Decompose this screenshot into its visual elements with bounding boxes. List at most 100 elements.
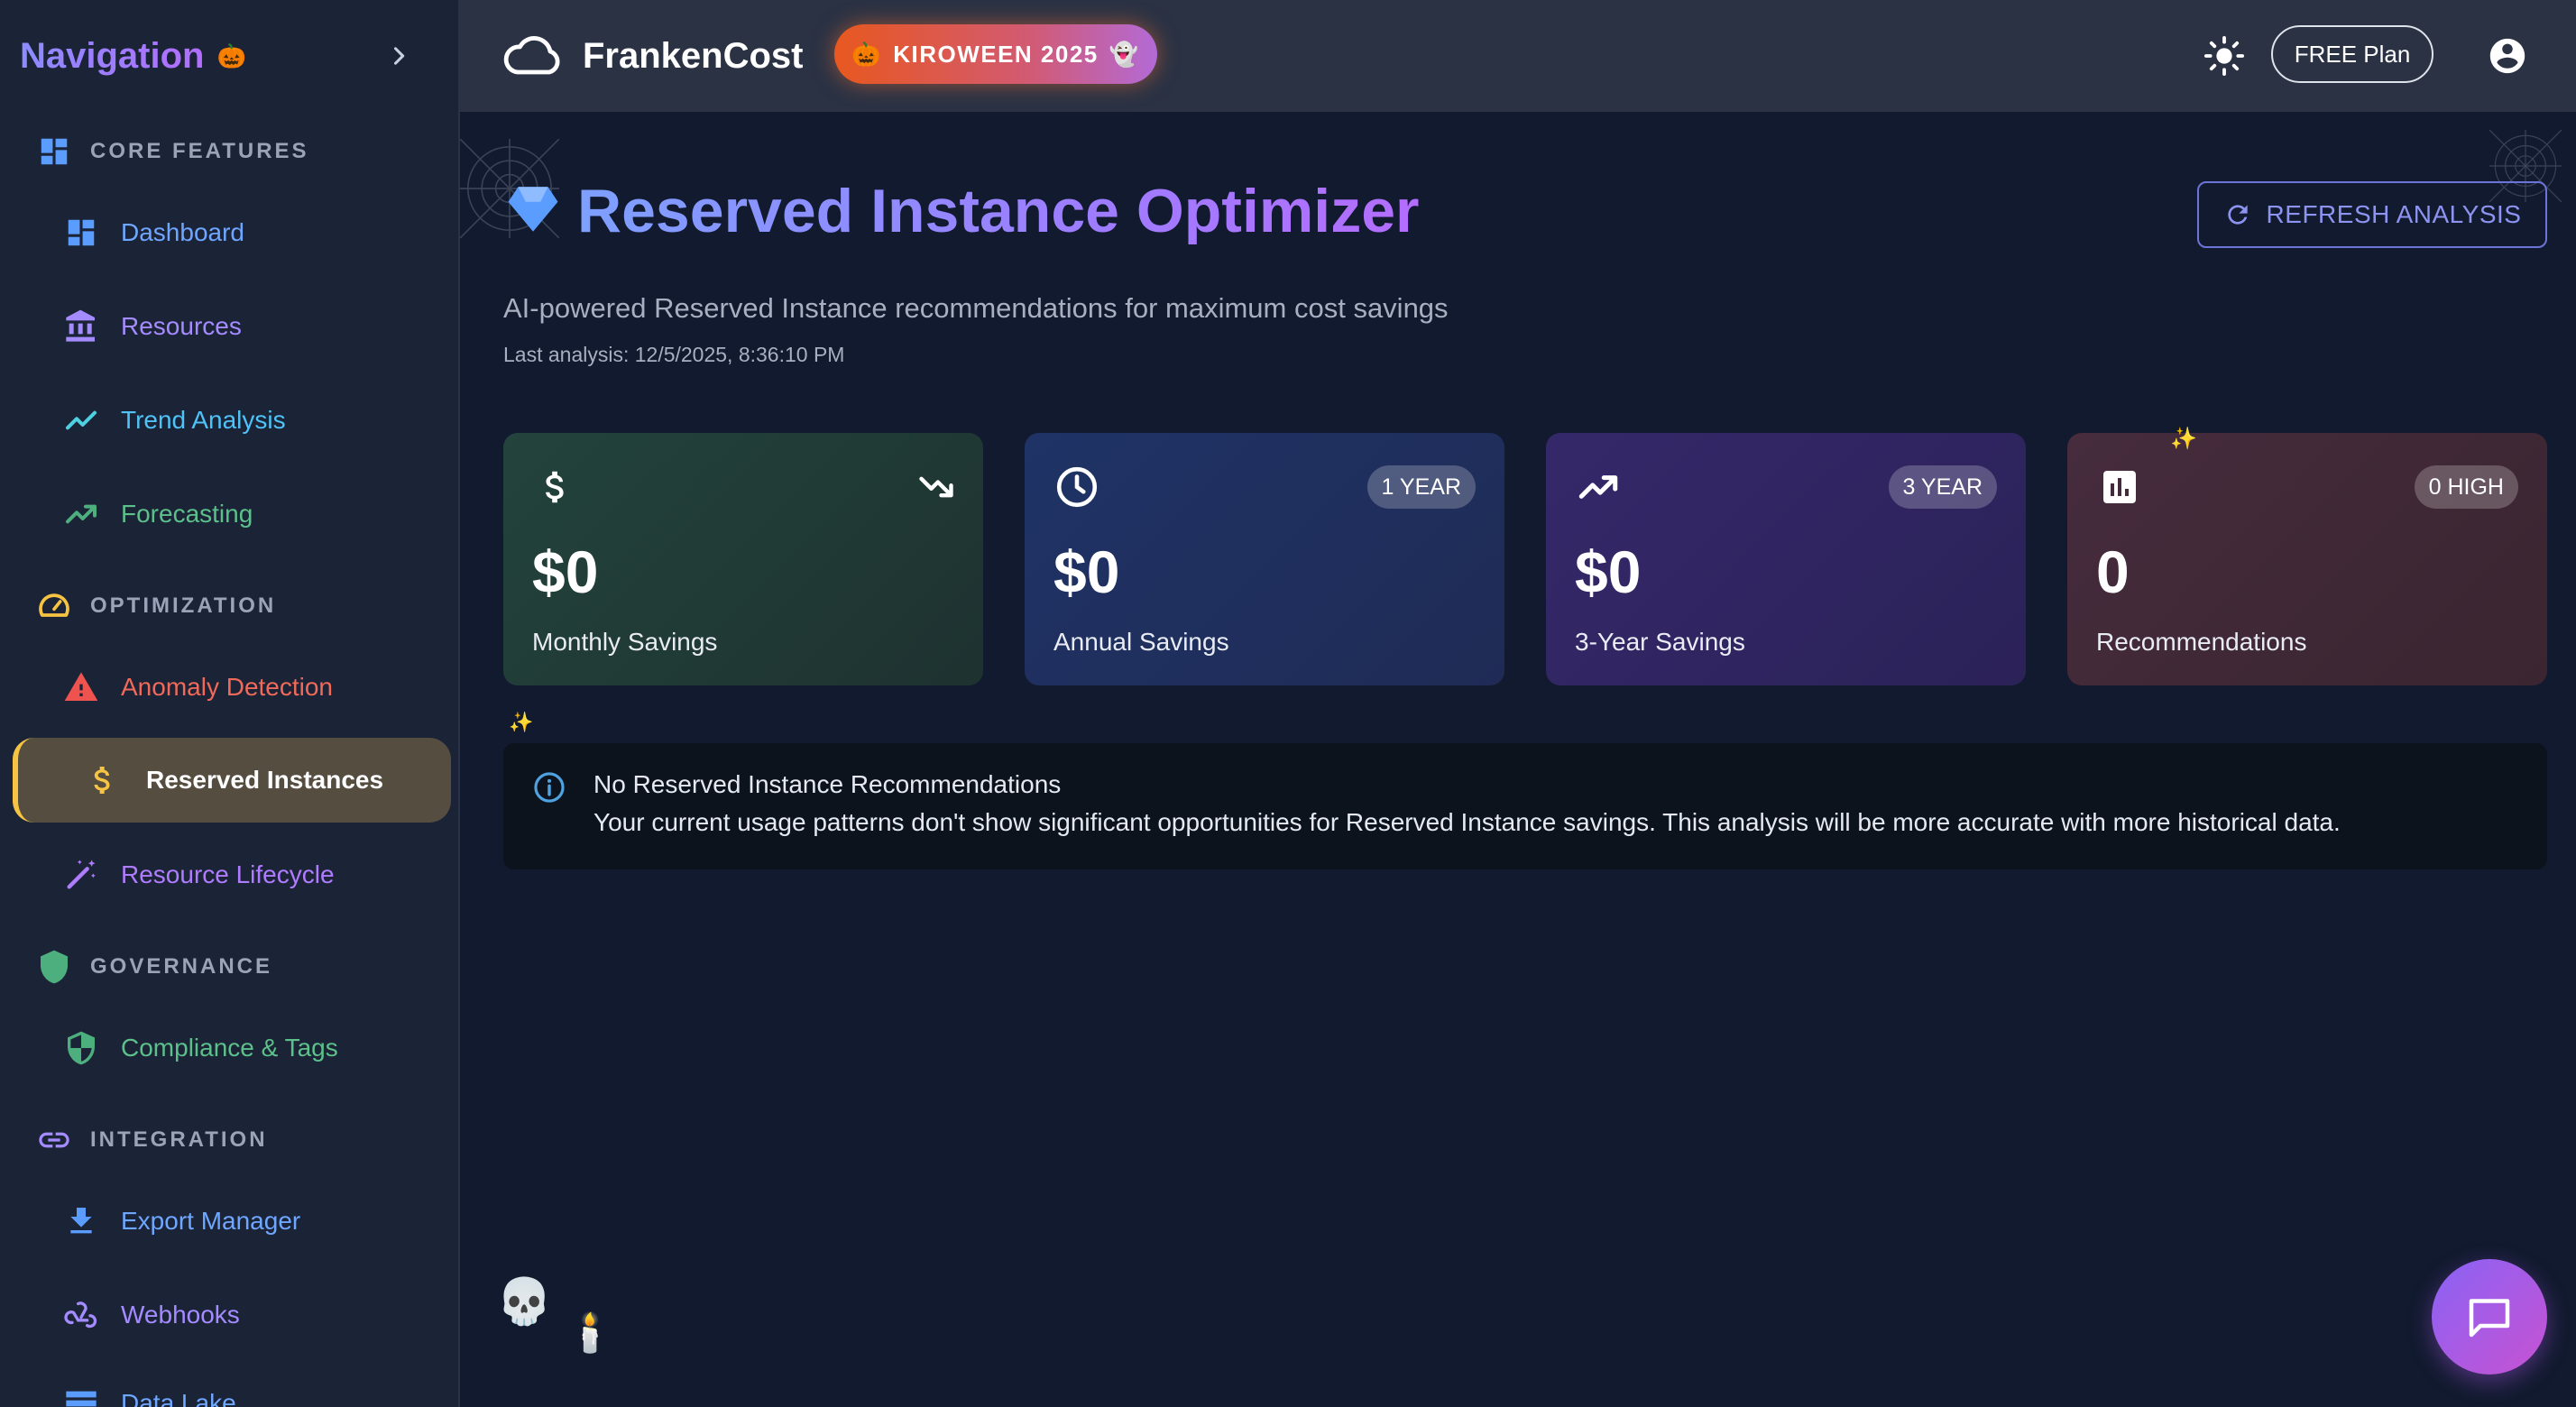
info-alert: No Reserved Instance Recommendations You… (503, 743, 2547, 869)
sidebar-item-label: Anomaly Detection (121, 673, 334, 701)
alert-body: Your current usage patterns don't show s… (593, 808, 2341, 836)
term-badge: 3 YEAR (1888, 465, 1997, 509)
section-core-features: CORE FEATURES (36, 130, 309, 173)
pumpkin-icon: 🎃 (216, 41, 246, 69)
card-value: $0 (1053, 538, 1120, 605)
section-governance: GOVERNANCE (36, 945, 272, 989)
sidebar-item-anomaly-detection[interactable]: Anomaly Detection (63, 662, 333, 713)
trending-up-icon (63, 496, 99, 532)
sidebar-item-label: Compliance & Tags (121, 1034, 338, 1062)
sidebar-item-dashboard[interactable]: Dashboard (63, 207, 244, 258)
sidebar-item-data-lake[interactable]: Data Lake (63, 1378, 236, 1407)
dollar-icon (532, 464, 579, 510)
trending-up-icon (1575, 464, 1622, 510)
bar-chart-icon (2096, 464, 2143, 510)
sidebar-item-label: Trend Analysis (121, 406, 286, 434)
sidebar-item-label: Resource Lifecycle (121, 860, 335, 888)
monthly-savings-card: $0 Monthly Savings (503, 433, 983, 685)
trending-down-icon (916, 467, 956, 507)
trend-line-icon (63, 402, 99, 438)
bank-icon (63, 308, 99, 345)
clock-icon (1053, 464, 1100, 510)
candle-icon: 🕯️ (566, 1311, 614, 1354)
sidebar-item-label: Resources (121, 312, 242, 340)
webhook-icon (63, 1297, 99, 1333)
refresh-analysis-button[interactable]: REFRESH ANALYSIS (2197, 181, 2547, 248)
card-label: Monthly Savings (532, 628, 718, 656)
card-value: $0 (532, 538, 599, 605)
sidebar-item-label: Reserved Instances (146, 766, 384, 794)
account-icon[interactable] (2479, 27, 2536, 85)
refresh-label: REFRESH ANALYSIS (2266, 200, 2522, 228)
sidebar-title: Navigation (20, 35, 205, 76)
card-label: Recommendations (2096, 628, 2307, 656)
page-header: Reserved Instance Optimizer (503, 166, 1419, 256)
sidebar-item-compliance-tags[interactable]: Compliance & Tags (63, 1023, 338, 1073)
sidebar-item-resources[interactable]: Resources (63, 301, 242, 352)
dashboard-grid-icon (36, 133, 72, 170)
speedometer-icon (36, 588, 72, 624)
chevron-right-icon[interactable] (381, 38, 417, 74)
card-value: $0 (1575, 538, 1642, 605)
sparkle-icon: ✨ (2170, 427, 2197, 451)
sidebar-item-label: Forecasting (121, 500, 253, 528)
dollar-icon (85, 762, 121, 798)
sidebar-item-forecasting[interactable]: Forecasting (63, 489, 253, 539)
pumpkin-icon: 🎃 (851, 40, 883, 68)
info-icon (532, 770, 568, 806)
brand[interactable]: FrankenCost (501, 27, 804, 85)
card-label: Annual Savings (1053, 628, 1229, 656)
page-title: Reserved Instance Optimizer (577, 177, 1420, 245)
skull-icon: 💀 (496, 1276, 553, 1327)
brand-name: FrankenCost (583, 35, 804, 76)
event-badge: 🎃 KIROWEEN 2025 👻 (834, 24, 1157, 84)
magic-wand-icon (63, 857, 99, 893)
sparkle-icon: ✨ (509, 711, 534, 733)
sidebar-item-reserved-instances[interactable]: Reserved Instances (13, 738, 451, 823)
cloud-icon (501, 32, 563, 81)
term-badge: 1 YEAR (1366, 465, 1476, 509)
storage-icon (63, 1385, 99, 1407)
sidebar-item-label: Export Manager (121, 1207, 301, 1235)
ghost-icon: 👻 (1109, 40, 1140, 68)
section-label: INTEGRATION (90, 1127, 268, 1152)
sidebar-item-webhooks[interactable]: Webhooks (63, 1290, 240, 1340)
section-label: GOVERNANCE (90, 954, 273, 979)
sidebar-item-label: Dashboard (121, 218, 244, 246)
download-icon (63, 1203, 99, 1239)
main-content: Reserved Instance Optimizer REFRESH ANAL… (459, 112, 2576, 1407)
section-label: CORE FEATURES (90, 139, 309, 163)
plan-button[interactable]: FREE Plan (2271, 25, 2433, 83)
annual-savings-card: 1 YEAR $0 Annual Savings (1025, 433, 1504, 685)
event-badge-label: KIROWEEN 2025 (893, 40, 1099, 68)
diamond-icon (503, 179, 563, 244)
sidebar-item-label: Webhooks (121, 1301, 240, 1329)
sidebar-header: Navigation 🎃 (20, 31, 417, 81)
section-integration: INTEGRATION (36, 1118, 268, 1162)
refresh-icon (2227, 205, 2248, 225)
page-subtitle: AI-powered Reserved Instance recommendat… (503, 292, 1449, 324)
sidebar-item-label: Data Lake (121, 1389, 236, 1407)
warning-icon (63, 669, 99, 705)
chat-button[interactable] (2432, 1259, 2547, 1375)
sidebar: Navigation 🎃 CORE FEATURES Dashboard Res… (0, 0, 460, 1407)
section-optimization: OPTIMIZATION (36, 584, 276, 628)
dashboard-icon (63, 215, 99, 251)
shield-icon (36, 949, 72, 985)
section-label: OPTIMIZATION (90, 593, 277, 618)
three-year-savings-card: 3 YEAR $0 3-Year Savings (1546, 433, 2026, 685)
sidebar-item-resource-lifecycle[interactable]: Resource Lifecycle (63, 850, 335, 900)
top-app-bar: FrankenCost 🎃 KIROWEEN 2025 👻 FREE Plan (460, 0, 2576, 112)
alert-title: No Reserved Instance Recommendations (593, 770, 1062, 798)
last-analysis-timestamp: Last analysis: 12/5/2025, 8:36:10 PM (503, 343, 845, 366)
card-label: 3-Year Savings (1575, 628, 1745, 656)
recommendations-card: 0 HIGH 0 Recommendations (2067, 433, 2547, 685)
priority-badge: 0 HIGH (2414, 465, 2518, 509)
sidebar-item-export-manager[interactable]: Export Manager (63, 1196, 300, 1246)
card-value: 0 (2096, 538, 2130, 605)
theme-toggle-sun-icon[interactable] (2195, 27, 2253, 85)
link-icon (36, 1122, 72, 1158)
shield-check-icon (63, 1030, 99, 1066)
sidebar-item-trend-analysis[interactable]: Trend Analysis (63, 395, 286, 446)
chat-icon (2469, 1299, 2510, 1338)
